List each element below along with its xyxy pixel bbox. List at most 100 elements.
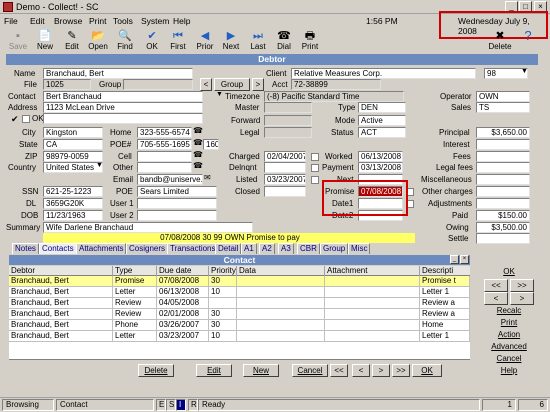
user2-field[interactable]: [137, 210, 217, 221]
type-field[interactable]: DEN: [358, 102, 406, 113]
tab-notes[interactable]: Notes: [12, 243, 39, 254]
group-prev-button[interactable]: <: [200, 78, 212, 91]
save-button[interactable]: ▪ Save: [6, 29, 30, 53]
worked-field[interactable]: 06/13/2008: [358, 151, 403, 162]
email-field[interactable]: bandb@uniserve.com: [137, 174, 203, 185]
fees-field[interactable]: [476, 151, 530, 162]
tab-misc[interactable]: Misc: [348, 243, 371, 254]
menu-file[interactable]: File: [4, 16, 18, 26]
first-button[interactable]: ⏮ First: [166, 29, 190, 53]
listed-field[interactable]: 03/23/2007: [264, 174, 306, 185]
tab-detail[interactable]: Detail: [215, 243, 242, 254]
ok-checkbox[interactable]: [22, 115, 30, 123]
listed-check[interactable]: [311, 176, 319, 184]
table-row[interactable]: Branchaud, Bert Letter 03/23/2007 10 Letter …: [9, 331, 470, 342]
menu-help[interactable]: Help: [173, 16, 190, 26]
status-field[interactable]: ACT: [358, 127, 406, 138]
client-field[interactable]: Relative Measures Corp.: [291, 68, 476, 79]
interest-field[interactable]: [476, 139, 530, 150]
address-line2-field[interactable]: [43, 113, 203, 124]
closed-field[interactable]: [264, 186, 306, 197]
dial-cell-icon[interactable]: ☎: [193, 150, 203, 159]
contact-field[interactable]: Bert Branchaud: [43, 91, 203, 102]
poe-ext-field[interactable]: 160: [203, 139, 219, 150]
dial-poe-icon[interactable]: ☎: [193, 138, 203, 147]
other-phone-field[interactable]: [137, 162, 192, 173]
prior-button[interactable]: ◀ Prior: [193, 29, 217, 53]
col-data[interactable]: Data: [237, 266, 325, 276]
name-field[interactable]: Branchaud, Bert: [43, 68, 193, 79]
adjustments-field[interactable]: [476, 198, 530, 209]
contact-close-icon[interactable]: ×: [460, 255, 469, 264]
delete-button[interactable]: ✖ Delete: [488, 29, 512, 53]
col-priority[interactable]: Priority: [209, 266, 237, 276]
menu-print[interactable]: Print: [89, 16, 106, 26]
col-description[interactable]: Descripti: [420, 266, 470, 276]
open-button[interactable]: 📂 Open: [86, 29, 110, 53]
side-last-button[interactable]: >>: [510, 279, 534, 292]
contact-cancel-button[interactable]: Cancel: [292, 364, 328, 377]
contact-edit-button[interactable]: Edit: [196, 364, 232, 377]
cell-phone-field[interactable]: [137, 151, 192, 162]
last-button[interactable]: ⏭ Last: [246, 29, 270, 53]
other-charges-field[interactable]: [476, 186, 530, 197]
ssn-field[interactable]: 621-25-1223: [43, 186, 103, 197]
print-button[interactable]: 🖶 Print: [298, 29, 322, 53]
col-attachment[interactable]: Attachment: [325, 266, 420, 276]
dial-other-icon[interactable]: ☎: [193, 161, 203, 170]
timezone-dropdown-icon[interactable]: ▼: [216, 91, 223, 98]
group-button[interactable]: Group: [214, 78, 250, 91]
contact-ok-button[interactable]: OK: [412, 364, 442, 377]
dial-home-icon[interactable]: ☎: [193, 126, 203, 135]
payment-field[interactable]: 03/13/2008: [358, 162, 403, 173]
tab-group[interactable]: Group: [320, 243, 349, 254]
poe-phone-field[interactable]: 705-555-1695: [137, 139, 192, 150]
side-help-button[interactable]: Help: [484, 365, 534, 378]
operator-field[interactable]: OWN: [476, 91, 530, 102]
country-select[interactable]: United States: [43, 162, 103, 173]
dial-button[interactable]: ☎ Dial: [272, 29, 296, 53]
home-phone-field[interactable]: 323-555-6574: [137, 127, 192, 138]
country-dropdown-icon[interactable]: ▼: [96, 162, 103, 169]
group-next-button[interactable]: >: [252, 78, 264, 91]
principal-field[interactable]: $3,650.00: [476, 127, 530, 138]
tab-attachments[interactable]: Attachments: [76, 243, 127, 254]
table-row[interactable]: Branchaud, Bert Review 02/01/2008 30 Review …: [9, 309, 470, 320]
tab-transactions[interactable]: Transactions: [167, 243, 219, 254]
side-prior-button[interactable]: <: [484, 292, 508, 305]
sales-field[interactable]: TS: [476, 102, 530, 113]
poe-employer-field[interactable]: Sears Limited: [137, 186, 217, 197]
menu-tools[interactable]: Tools: [113, 16, 133, 26]
charged-field[interactable]: 02/04/2007: [264, 151, 306, 162]
new-button[interactable]: 📄 New: [33, 29, 57, 53]
settle-field[interactable]: [476, 233, 530, 244]
tab-a2[interactable]: A2: [259, 243, 275, 254]
paid-field[interactable]: $150.00: [476, 210, 530, 221]
contact-next-button[interactable]: >: [372, 364, 390, 377]
client-dropdown-icon[interactable]: ▼: [521, 68, 528, 75]
contact-minimize-icon[interactable]: _: [450, 255, 459, 264]
tab-a3[interactable]: A3: [278, 243, 294, 254]
user1-field[interactable]: [137, 198, 217, 209]
help-icon-button[interactable]: ?: [516, 29, 540, 53]
side-first-button[interactable]: <<: [484, 279, 508, 292]
dl-field[interactable]: 3659G20K: [43, 198, 103, 209]
tab-a1[interactable]: A1: [241, 243, 257, 254]
contact-prior-button[interactable]: <: [352, 364, 370, 377]
contact-delete-button[interactable]: Delete: [138, 364, 174, 377]
mode-field[interactable]: Active: [358, 115, 406, 126]
state-field[interactable]: CA: [43, 139, 103, 150]
miscellaneous-field[interactable]: [476, 174, 530, 185]
contact-last-button[interactable]: >>: [392, 364, 410, 377]
contact-grid-scrollbar[interactable]: [470, 266, 474, 360]
address-field[interactable]: 1123 McLean Drive: [43, 102, 203, 113]
delnqnt-check[interactable]: [311, 164, 319, 172]
charged-check[interactable]: [311, 153, 319, 161]
email-icon[interactable]: ✉: [204, 173, 211, 182]
table-row[interactable]: Branchaud, Bert Review 04/05/2008 Review a: [9, 298, 470, 309]
col-debtor[interactable]: Debtor: [9, 266, 113, 276]
menu-edit[interactable]: Edit: [30, 16, 45, 26]
zip-field[interactable]: 98979-0059: [43, 151, 103, 162]
delnqnt-field[interactable]: [264, 162, 306, 173]
edit-button[interactable]: ✎ Edit: [60, 29, 84, 53]
